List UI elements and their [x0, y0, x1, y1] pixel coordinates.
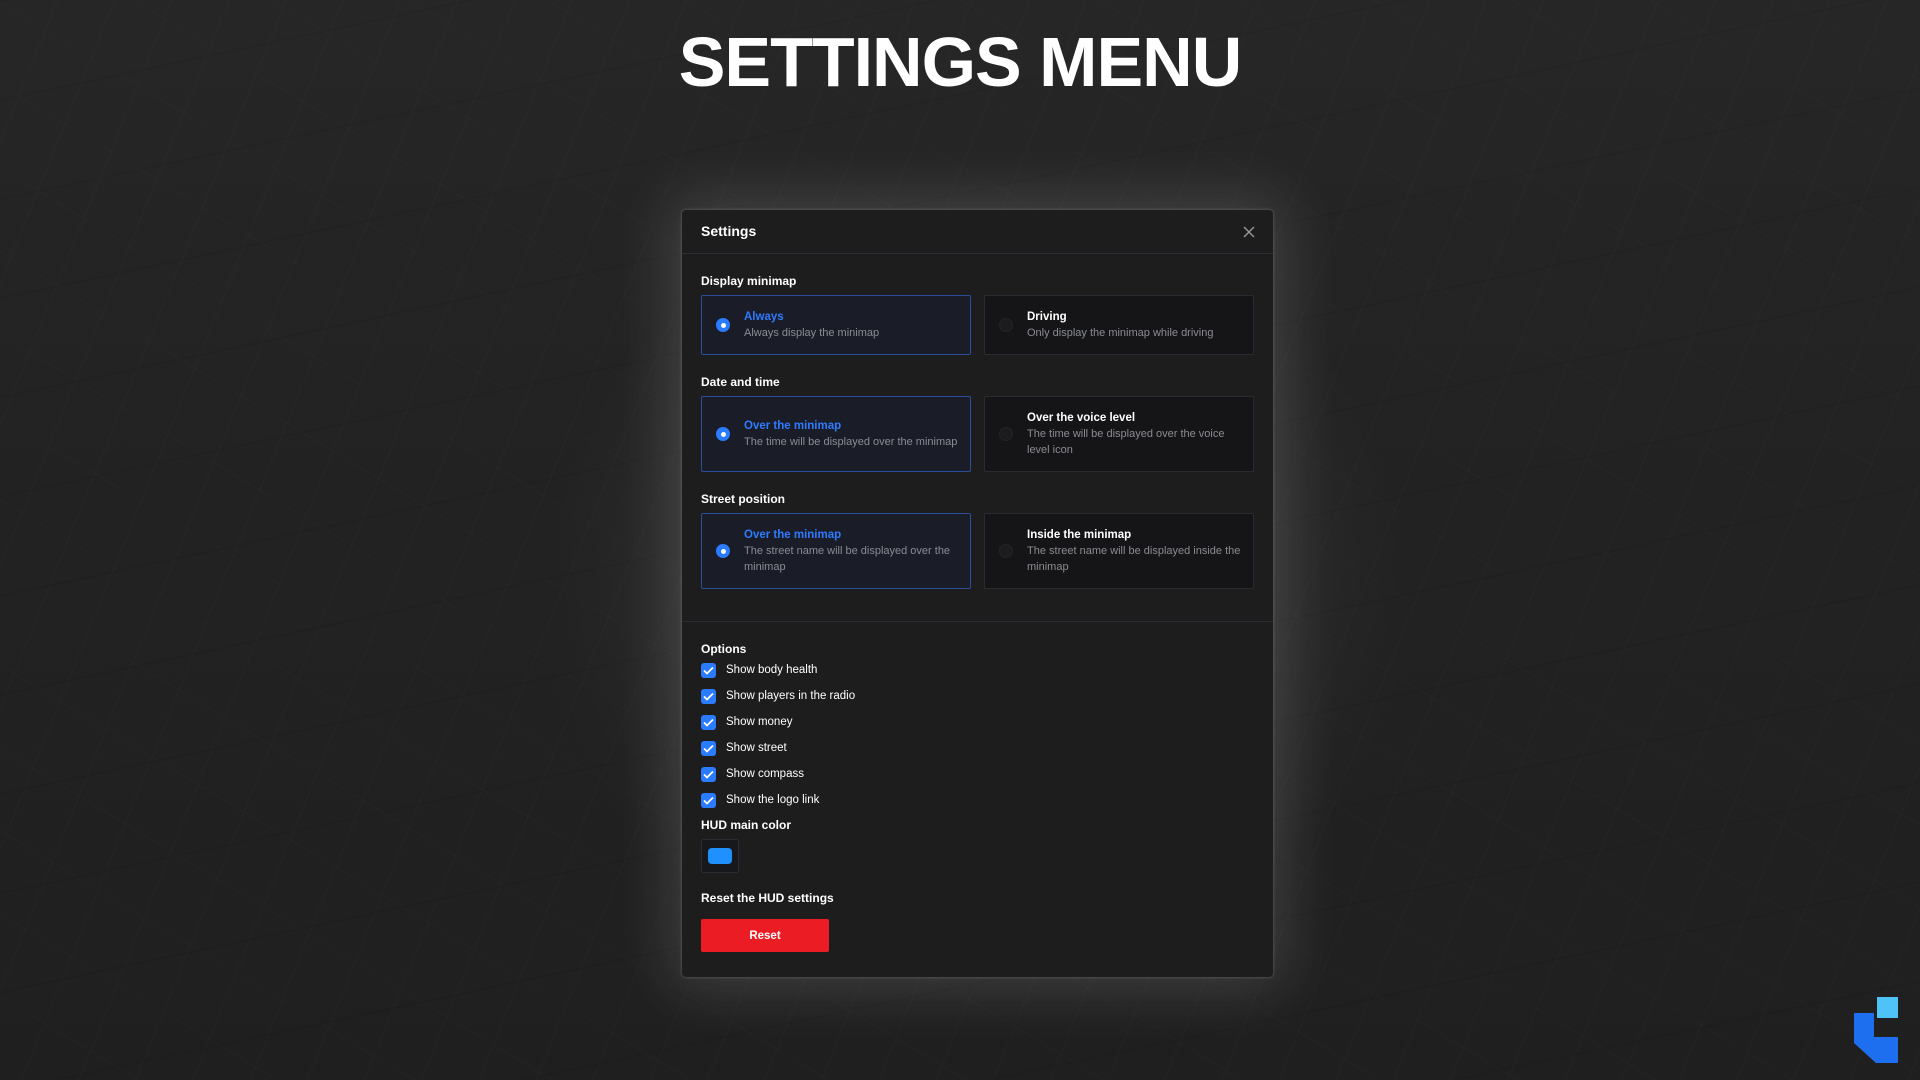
close-icon — [1243, 226, 1255, 238]
checkbox-show-players-radio[interactable]: Show players in the radio — [701, 688, 1254, 704]
option-description: Always display the minimap — [744, 326, 880, 339]
checkbox-label: Show compass — [726, 768, 804, 780]
radio-unchecked-icon — [999, 427, 1013, 441]
checkbox-label: Show money — [726, 716, 793, 728]
option-description: The street name will be displayed over t… — [744, 544, 951, 573]
checkbox-checked-icon — [701, 714, 716, 730]
option-street-inside-minimap[interactable]: Inside the minimap The street name will … — [984, 513, 1254, 589]
option-title: Always — [744, 310, 784, 323]
checkbox-checked-icon — [701, 766, 716, 782]
option-minimap-driving[interactable]: Driving Only display the minimap while d… — [984, 295, 1254, 355]
checkbox-checked-icon — [701, 792, 716, 808]
option-street-over-minimap[interactable]: Over the minimap The street name will be… — [701, 513, 971, 589]
checkbox-label: Show street — [726, 742, 787, 754]
settings-dialog: Settings Display minimap Always Always d… — [682, 210, 1273, 977]
street-position-label: Street position — [701, 492, 786, 506]
color-swatch — [708, 848, 732, 864]
checkbox-checked-icon — [701, 662, 716, 678]
options-label: Options — [701, 642, 747, 656]
checkbox-label: Show body health — [726, 664, 818, 676]
checkbox-show-street[interactable]: Show street — [701, 740, 1254, 756]
display-minimap-options: Always Always display the minimap Drivin… — [701, 295, 1254, 355]
checkbox-show-money[interactable]: Show money — [701, 714, 1254, 730]
dialog-body: Display minimap Always Always display th… — [682, 254, 1273, 952]
option-time-over-minimap[interactable]: Over the minimap The time will be displa… — [701, 396, 971, 472]
page-title: SETTINGS MENU — [678, 23, 1243, 101]
option-title: Driving — [1027, 310, 1067, 323]
date-time-label: Date and time — [701, 375, 780, 389]
display-minimap-label: Display minimap — [701, 274, 797, 288]
radio-unchecked-icon — [999, 318, 1013, 332]
option-time-over-voice-level[interactable]: Over the voice level The time will be di… — [984, 396, 1254, 472]
radio-checked-icon — [716, 544, 730, 558]
checkbox-checked-icon — [701, 740, 716, 756]
option-description: The time will be displayed over the mini… — [744, 435, 958, 448]
option-description: Only display the minimap while driving — [1027, 326, 1214, 339]
radio-unchecked-icon — [999, 544, 1013, 558]
street-position-options: Over the minimap The street name will be… — [701, 513, 1254, 589]
option-title: Inside the minimap — [1027, 528, 1132, 541]
brand-logo-icon — [1854, 997, 1898, 1063]
date-time-options: Over the minimap The time will be displa… — [701, 396, 1254, 472]
option-minimap-always[interactable]: Always Always display the minimap — [701, 295, 971, 355]
radio-checked-icon — [716, 427, 730, 441]
option-description: The street name will be displayed inside… — [1027, 544, 1241, 573]
option-title: Over the voice level — [1027, 411, 1136, 424]
reset-label: Reset the HUD settings — [701, 891, 834, 905]
reset-button[interactable]: Reset — [701, 919, 829, 952]
checkbox-show-logo-link[interactable]: Show the logo link — [701, 792, 1254, 808]
dialog-title: Settings — [701, 223, 757, 239]
checkbox-label: Show the logo link — [726, 794, 820, 806]
checkbox-label: Show players in the radio — [726, 690, 856, 702]
option-title: Over the minimap — [744, 419, 842, 432]
checkbox-checked-icon — [701, 688, 716, 704]
option-description: The time will be displayed over the voic… — [1027, 427, 1225, 456]
dialog-header: Settings — [682, 210, 1273, 254]
section-divider — [682, 621, 1273, 622]
close-button[interactable] — [1239, 222, 1259, 242]
radio-checked-icon — [716, 318, 730, 332]
hud-color-picker[interactable] — [701, 839, 739, 873]
checkbox-show-body-health[interactable]: Show body health — [701, 662, 1254, 678]
checkbox-show-compass[interactable]: Show compass — [701, 766, 1254, 782]
hud-color-label: HUD main color — [701, 818, 792, 832]
option-title: Over the minimap — [744, 528, 842, 541]
